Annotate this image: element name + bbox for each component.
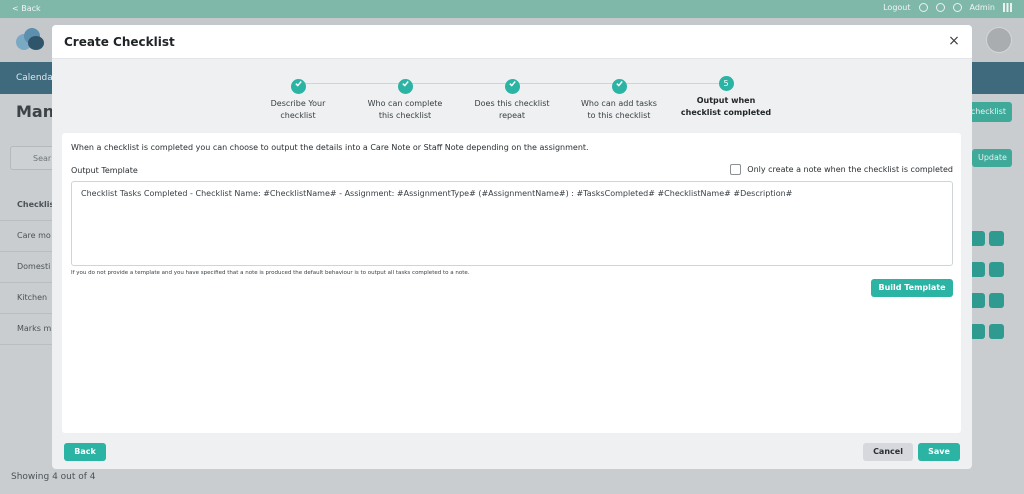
step-label: checklist completed (680, 108, 772, 117)
step-number: 5 (718, 76, 734, 91)
checklist-list: Checklis Care mo Domesti Kitchen Marks m (0, 190, 54, 345)
step-repeat[interactable]: Does this checklist repeat (462, 76, 562, 122)
description-text: When a checklist is completed you can ch… (71, 143, 589, 152)
step-who-add-tasks[interactable]: Who can add tasks to this checklist (569, 76, 669, 122)
step-label: Does this checklist (474, 99, 550, 108)
list-item[interactable]: Domesti (0, 252, 52, 283)
list-item[interactable]: Marks m (0, 314, 52, 345)
back-link[interactable]: < Back (12, 4, 41, 13)
only-create-checkbox[interactable] (730, 164, 742, 175)
gear-icon[interactable] (952, 3, 962, 12)
output-settings-card: When a checklist is completed you can ch… (62, 133, 961, 433)
step-label: Who can complete (367, 99, 443, 108)
list-header: Checklis (0, 190, 54, 221)
step-label: Output when (696, 96, 756, 105)
admin-label[interactable]: Admin (970, 3, 996, 12)
output-template-field[interactable]: Checklist Tasks Completed - Checklist Na… (71, 181, 953, 266)
step-who-complete[interactable]: Who can complete this checklist (355, 76, 455, 122)
step-label: Who can add tasks (581, 99, 657, 108)
step-describe[interactable]: Describe Your checklist (248, 76, 348, 122)
row-actions (970, 262, 1006, 278)
logout-link[interactable]: Logout (883, 3, 910, 12)
top-bar: < Back Logout Admin (0, 0, 1024, 18)
avatar[interactable] (986, 27, 1012, 53)
only-create-option[interactable]: Only create a note when the checklist is… (730, 164, 953, 175)
app-logo (16, 28, 46, 50)
copy-icon[interactable] (970, 293, 985, 308)
check-icon (611, 79, 627, 94)
copy-icon[interactable] (970, 324, 985, 339)
stepper: Describe Your checklist Who can complete t… (52, 59, 972, 133)
row-actions (970, 231, 1006, 247)
step-label: repeat (498, 111, 526, 120)
create-checklist-modal: Create Checklist × Describe Your checklis… (52, 25, 972, 469)
check-icon (397, 79, 413, 94)
cancel-button[interactable]: Cancel (863, 443, 913, 461)
step-label: to this checklist (587, 111, 651, 120)
nav-item-calendar[interactable]: Calenda (16, 73, 53, 83)
update-button[interactable]: Update (972, 149, 1012, 167)
build-template-button[interactable]: Build Template (871, 279, 953, 297)
row-actions (970, 324, 1006, 340)
apps-grid-icon[interactable] (1003, 3, 1012, 12)
list-item[interactable]: Care mo (0, 221, 52, 252)
template-help-text: If you do not provide a template and you… (71, 270, 470, 276)
back-button[interactable]: Back (64, 443, 106, 461)
step-label: checklist (280, 111, 316, 120)
step-output[interactable]: 5 Output when checklist completed (676, 76, 776, 119)
view-icon[interactable] (989, 324, 1004, 339)
step-label: Describe Your (270, 99, 326, 108)
only-create-label: Only create a note when the checklist is… (747, 165, 953, 174)
logout-icon[interactable] (918, 3, 928, 12)
modal-title: Create Checklist (64, 35, 175, 49)
view-icon[interactable] (989, 231, 1004, 246)
modal-header: Create Checklist × (52, 25, 972, 59)
step-label: this checklist (378, 111, 432, 120)
output-template-label: Output Template (71, 166, 138, 175)
view-icon[interactable] (989, 262, 1004, 277)
copy-icon[interactable] (970, 262, 985, 277)
list-item[interactable]: Kitchen (0, 283, 52, 314)
copy-icon[interactable] (970, 231, 985, 246)
save-button[interactable]: Save (918, 443, 960, 461)
row-actions (970, 293, 1006, 309)
close-icon[interactable]: × (946, 33, 962, 49)
check-icon (290, 79, 306, 94)
view-icon[interactable] (989, 293, 1004, 308)
results-count: Showing 4 out of 4 (11, 472, 96, 482)
check-icon (504, 79, 520, 94)
search-icon[interactable] (935, 3, 945, 12)
